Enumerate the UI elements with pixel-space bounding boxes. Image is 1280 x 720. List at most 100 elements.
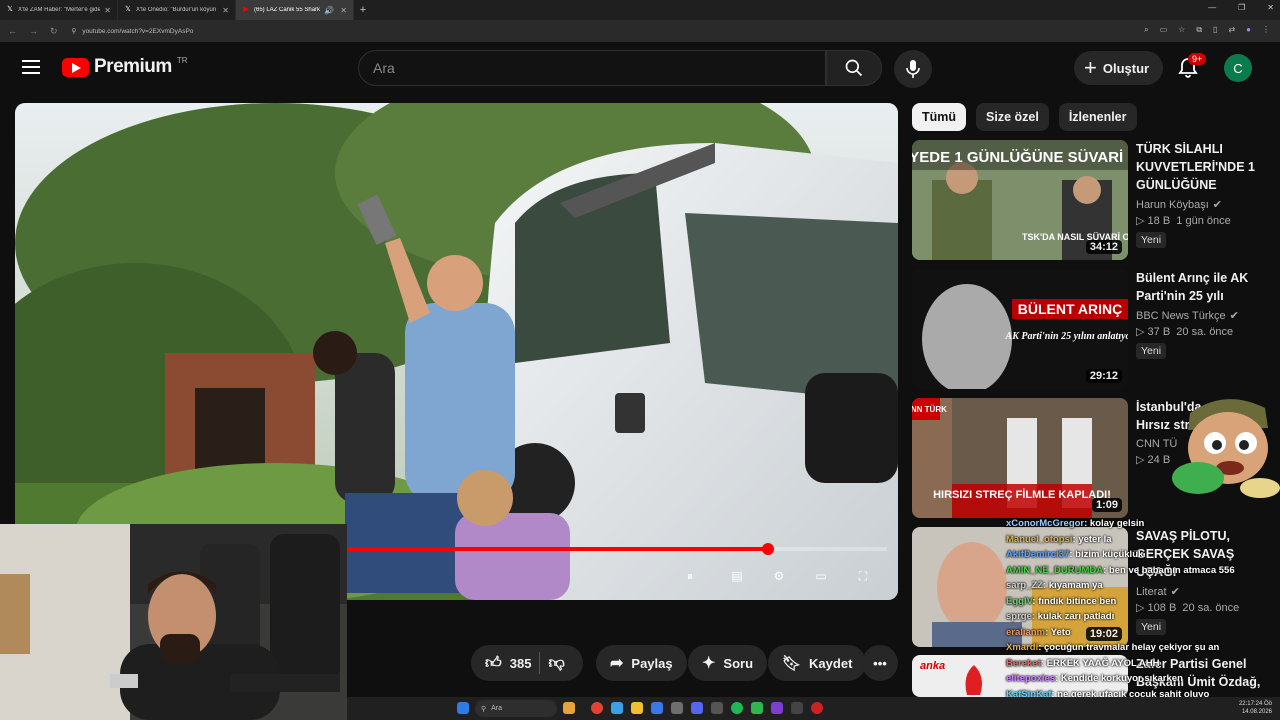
bookmark-star-icon[interactable]: ☆ xyxy=(1178,25,1185,35)
chat-username[interactable]: Xmardi xyxy=(1006,642,1038,653)
play-icon: ▷ xyxy=(1136,326,1145,338)
youtube-premium-logo[interactable]: Premium TR xyxy=(62,56,187,78)
chat-username[interactable]: sarp_ZZ xyxy=(1006,580,1043,591)
subtitles-icon: ▤ xyxy=(731,569,743,583)
chat-username[interactable]: eralianm xyxy=(1006,627,1045,638)
file-explorer-icon[interactable] xyxy=(631,702,643,714)
chat-username[interactable]: AMIN_NE_DURUMDA xyxy=(1006,565,1103,576)
chat-username[interactable]: elitepoxies xyxy=(1006,673,1055,684)
close-tab-icon[interactable]: ✕ xyxy=(104,6,111,15)
settings-button[interactable]: ⚙ xyxy=(768,566,790,586)
more-actions-button[interactable]: ••• xyxy=(862,645,898,681)
app-icon[interactable] xyxy=(671,702,683,714)
video-thumbnail[interactable]: ASKERİYEDE 1 GÜNLÜĞÜNE SÜVARİ OLDUM! TSK… xyxy=(912,140,1128,260)
chat-username[interactable]: AkifDemirci37 xyxy=(1006,549,1069,560)
video-title[interactable]: TÜRK SİLAHLI KUVVETLERİ'NDE 1 GÜNLÜĞÜNE … xyxy=(1136,140,1264,194)
save-button[interactable]: 🔖︎ Kaydet xyxy=(768,645,867,681)
voice-search-button[interactable] xyxy=(894,50,932,88)
site-info-icon[interactable]: ⚲ xyxy=(72,27,77,35)
chat-text: : çocuğun travmalar helay çekiyor şu an xyxy=(1038,642,1220,653)
fullscreen-button[interactable]: ⛶ xyxy=(852,566,874,586)
chip-for-you[interactable]: Size özel xyxy=(976,103,1049,131)
edge-icon[interactable] xyxy=(611,702,623,714)
video-meta: Bülent Arınç ile AK Parti'nin 25 yılı BB… xyxy=(1136,269,1264,359)
dislike-button[interactable]: 👎︎ xyxy=(548,654,564,673)
subtitles-button[interactable]: ▤ xyxy=(726,566,748,586)
chat-username[interactable]: EggIV xyxy=(1006,596,1032,607)
close-tab-icon[interactable]: ✕ xyxy=(340,6,347,15)
search-placeholder: Ara xyxy=(373,60,395,76)
chat-text: : fındık bitince ben xyxy=(1032,595,1117,607)
video-title[interactable]: Bülent Arınç ile AK Parti'nin 25 yılı xyxy=(1136,269,1264,305)
taskbar-search[interactable]: ⚲ Ara xyxy=(475,700,557,717)
maximize-icon[interactable]: ❐ xyxy=(1238,3,1245,12)
video-thumbnail[interactable]: BÜLENT ARINÇ AK Parti'nin 25 yılını anla… xyxy=(912,269,1128,389)
bookmark-icon: 🔖︎ xyxy=(782,655,802,672)
extension-icon[interactable]: ⇄ xyxy=(1228,25,1235,35)
avatar[interactable]: C xyxy=(1224,54,1252,82)
browser-tab[interactable]: 𝕏 X'te ZAM Haber: "Merter'e gide ✕ xyxy=(0,0,118,20)
video-progress-bar[interactable] xyxy=(347,543,887,555)
minimize-icon[interactable]: — xyxy=(1208,3,1216,12)
browser-tab[interactable]: 𝕏 X'te Onedio: "Burdur'un köyün ✕ xyxy=(118,0,236,20)
chat-message: Manuel_otopsi: yeter la xyxy=(1006,532,1236,548)
widget-icon[interactable] xyxy=(563,702,575,714)
share-button[interactable]: ➦ Paylaş xyxy=(596,645,687,681)
chat-username[interactable]: sprge xyxy=(1006,611,1032,622)
close-window-icon[interactable]: ✕ xyxy=(1267,3,1274,12)
upload-age: 1 gün önce xyxy=(1176,215,1231,227)
cast-icon[interactable]: ▭ xyxy=(1160,25,1168,35)
app-icon[interactable] xyxy=(711,702,723,714)
channel-name[interactable]: Harun Köybaşı xyxy=(1136,199,1209,211)
chat-username[interactable]: Manuel_otopsi xyxy=(1006,534,1073,545)
discord-icon[interactable] xyxy=(691,702,703,714)
extensions-icon[interactable]: ⧉ xyxy=(1196,25,1202,35)
chip-watched[interactable]: İzlenenler xyxy=(1058,103,1137,131)
menu-icon[interactable] xyxy=(22,60,40,74)
spotify-icon[interactable] xyxy=(731,702,743,714)
recommended-video[interactable]: BÜLENT ARINÇ AK Parti'nin 25 yılını anla… xyxy=(912,269,1272,389)
chat-text: : Yeto xyxy=(1045,626,1071,638)
app-icon[interactable] xyxy=(651,702,663,714)
chat-message: eralianm: Yeto xyxy=(1006,625,1236,641)
search-button[interactable] xyxy=(826,50,882,86)
chat-text: : kulak zarı patladı xyxy=(1031,611,1115,622)
chrome-icon[interactable] xyxy=(591,702,603,714)
like-button[interactable]: 👍︎ 385 xyxy=(485,654,531,673)
back-icon[interactable]: ← xyxy=(8,26,17,37)
pause-button[interactable]: ⏸ xyxy=(679,566,701,586)
upload-age: 20 sa. önce xyxy=(1176,326,1234,338)
sidebar-icon[interactable]: ▯ xyxy=(1213,25,1217,35)
profile-icon[interactable]: ● xyxy=(1246,25,1251,35)
chat-username[interactable]: xConorMcGregor xyxy=(1006,518,1084,529)
recommended-video[interactable]: ASKERİYEDE 1 GÜNLÜĞÜNE SÜVARİ OLDUM! TSK… xyxy=(912,140,1272,260)
system-clock[interactable]: 22:17:24 Öö 14.08.2026 xyxy=(1239,700,1272,716)
forward-icon[interactable]: → xyxy=(29,26,38,37)
audio-icon[interactable]: 🔊 xyxy=(324,6,334,15)
chip-all[interactable]: Tümü xyxy=(912,103,967,131)
reload-icon[interactable]: ↻ xyxy=(50,26,58,37)
thumbs-down-icon: 👎︎ xyxy=(548,654,565,672)
app-icon[interactable] xyxy=(771,702,783,714)
thumbs-up-icon: 👍︎ xyxy=(485,654,502,672)
browser-tab-active[interactable]: ▶ (65) LAZ Canik 55 Shark FC 🔊 ✕ xyxy=(236,0,354,20)
search-input[interactable]: Ara xyxy=(358,50,826,86)
address-bar[interactable]: ⚲ youtube.com/watch?v=2EXvmDyAsPo xyxy=(72,27,194,36)
create-button[interactable]: + Oluştur xyxy=(1074,51,1164,85)
channel-name[interactable]: BBC News Türkçe xyxy=(1136,310,1226,322)
ask-button[interactable]: ✦ Soru xyxy=(688,645,768,681)
app-icon[interactable] xyxy=(751,702,763,714)
theater-mode-button[interactable]: ▭ xyxy=(810,566,832,586)
browser-menu-icon[interactable]: ⋮ xyxy=(1262,25,1270,35)
windows-start-icon[interactable] xyxy=(457,702,469,714)
close-tab-icon[interactable]: ✕ xyxy=(222,6,229,15)
country-code: TR xyxy=(176,56,188,65)
app-icon[interactable] xyxy=(811,702,823,714)
obs-icon[interactable] xyxy=(791,702,803,714)
video-thumbnail[interactable]: CNN TÜRK HIRSIZI STREÇ FİLMLE KAPLADI! 1… xyxy=(912,398,1128,518)
new-tab-button[interactable]: + xyxy=(354,4,372,16)
youtube-icon: ▶ xyxy=(243,6,249,13)
chat-text: : yeter la xyxy=(1072,533,1112,545)
chat-username[interactable]: Bereket xyxy=(1006,658,1041,669)
zoom-icon[interactable]: ⌕ xyxy=(1144,25,1148,35)
